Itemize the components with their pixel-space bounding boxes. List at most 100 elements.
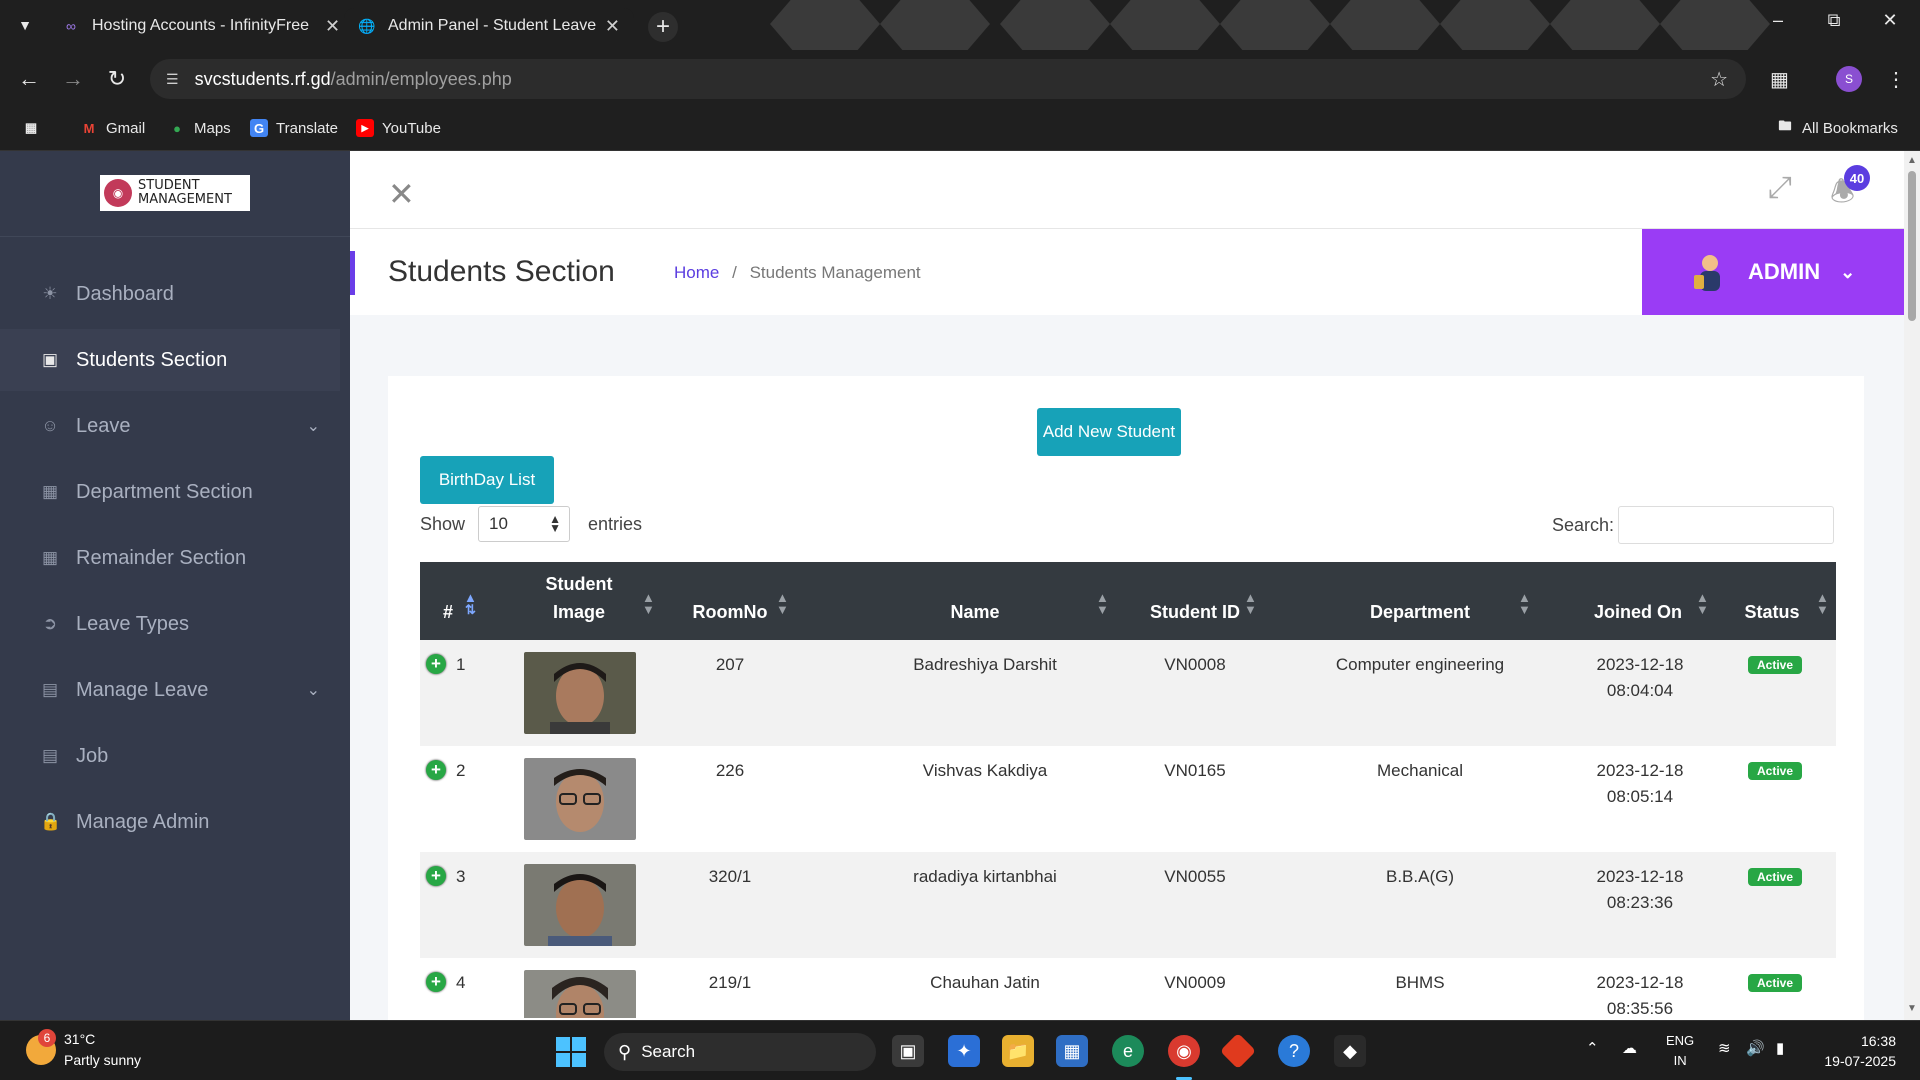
table-row[interactable]: + 3 320/1 radadiya kirtanbhai VN0055 B.B… — [420, 852, 1836, 958]
close-icon[interactable]: ✕ — [605, 16, 620, 37]
edge-icon[interactable]: e — [1112, 1035, 1144, 1067]
col-header-name[interactable]: Name — [900, 562, 1050, 640]
expand-row-icon[interactable]: + — [426, 760, 446, 780]
apps-grid-icon[interactable]: ▦ — [22, 119, 48, 137]
add-new-student-button[interactable]: Add New Student — [1037, 408, 1181, 456]
tab-title: Hosting Accounts - InfinityFree — [92, 17, 309, 34]
onedrive-icon[interactable]: ☁ — [1622, 1039, 1637, 1057]
url-input[interactable]: ☰ svcstudents.rf.gd/admin/employees.php … — [150, 59, 1746, 99]
table-row[interactable]: + 4 219/1 Chauhan Jatin VN0009 BHMS 2023… — [420, 958, 1836, 1018]
help-icon[interactable]: ? — [1278, 1035, 1310, 1067]
expand-row-icon[interactable]: + — [426, 866, 446, 886]
sidebar-item-label: Job — [76, 744, 109, 767]
tab-admin-panel[interactable]: 🌐 Admin Panel - Student Leave ✕ — [344, 8, 634, 44]
start-button[interactable] — [556, 1037, 586, 1067]
cell-roomno: 219/1 — [708, 973, 752, 992]
weather-temperature[interactable]: 31°C — [64, 1031, 95, 1047]
scroll-down-icon[interactable]: ▼ — [1907, 1003, 1917, 1014]
site-settings-icon[interactable]: ☰ — [166, 71, 179, 88]
sidebar-item-department[interactable]: ▦ Department Section — [0, 461, 340, 523]
status-badge: Active — [1748, 974, 1802, 992]
fullscreen-icon[interactable]: ⤢ — [1768, 171, 1792, 205]
sidebar-item-manage-admin[interactable]: 🔒 Manage Admin — [0, 791, 340, 853]
file-explorer-icon[interactable]: 📁 — [1002, 1035, 1034, 1067]
sidebar-item-dashboard[interactable]: ☀ Dashboard — [0, 263, 340, 325]
minimize-icon[interactable]: – — [1758, 10, 1798, 31]
taskbar-search[interactable]: ⚲ Search — [604, 1033, 876, 1071]
new-tab-button[interactable]: + — [648, 12, 678, 42]
sidebar-item-label: Department Section — [76, 480, 253, 503]
student-photo — [524, 864, 636, 946]
admin-label: ADMIN — [1748, 259, 1821, 284]
col-header-status[interactable]: Status — [1720, 562, 1824, 640]
header-accent-bar — [350, 251, 355, 295]
page-scrollbar[interactable]: ▲ ▼ — [1904, 151, 1920, 1020]
sidebar-item-leave[interactable]: ☺ Leave ⌄ — [0, 395, 340, 457]
table-row[interactable]: + 2 226 Vishvas Kakdiya VN0165 Mechanica… — [420, 746, 1836, 852]
sort-icon: ▲ ⇅ — [464, 590, 477, 617]
col-header-joined-on[interactable]: Joined On — [1570, 562, 1706, 640]
bookmark-translate[interactable]: G Translate — [250, 119, 338, 137]
bookmark-youtube[interactable]: ▶ YouTube — [356, 119, 441, 137]
all-bookmarks[interactable]: 🖿 All Bookmarks — [1776, 118, 1897, 137]
forward-icon[interactable]: → — [58, 64, 88, 94]
volume-icon[interactable]: 🔊 — [1746, 1039, 1765, 1057]
breadcrumb-home-link[interactable]: Home — [674, 263, 719, 282]
expand-row-icon[interactable]: + — [426, 972, 446, 992]
col-header-image[interactable]: Student Image — [524, 562, 634, 640]
app-icon[interactable]: ◆ — [1334, 1035, 1366, 1067]
sidebar-item-manage-leave[interactable]: ▤ Manage Leave ⌄ — [0, 659, 340, 721]
expand-row-icon[interactable]: + — [426, 654, 446, 674]
sidebar-item-students[interactable]: ▣ Students Section — [0, 329, 340, 391]
admin-menu-button[interactable]: ADMIN ⌄ — [1642, 229, 1904, 315]
cell-joined-on: 2023-12-18 08:23:36 — [1570, 864, 1710, 916]
task-view-icon[interactable]: ▣ — [892, 1035, 924, 1067]
entries-select[interactable]: 10 ▲ ▼ — [478, 506, 570, 542]
table-row[interactable]: + 1 207 Badreshiya Darshit VN0008 Comput… — [420, 640, 1836, 746]
bookmark-star-icon[interactable]: ☆ — [1710, 67, 1728, 92]
store-icon[interactable]: ▦ — [1056, 1035, 1088, 1067]
sidebar-item-job[interactable]: ▤ Job — [0, 725, 340, 787]
student-photo — [524, 970, 636, 1018]
scroll-thumb[interactable] — [1908, 171, 1916, 321]
birthday-list-button[interactable]: BirthDay List — [420, 456, 554, 504]
close-icon[interactable]: ✕ — [325, 16, 340, 37]
sidebar-item-remainder[interactable]: ▦ Remainder Section — [0, 527, 340, 589]
copilot-icon[interactable]: ✦ — [948, 1035, 980, 1067]
entries-value: 10 — [489, 514, 508, 533]
battery-icon[interactable]: ▮ — [1776, 1039, 1784, 1057]
tab-hosting-accounts[interactable]: ∞ Hosting Accounts - InfinityFree ✕ — [48, 8, 354, 44]
weather-description[interactable]: Partly sunny — [64, 1052, 141, 1068]
status-badge: Active — [1748, 762, 1802, 780]
sidebar-item-leave-types[interactable]: ➲ Leave Types — [0, 593, 340, 655]
extensions-icon[interactable]: ▦ — [1770, 67, 1789, 92]
more-menu-icon[interactable]: ⋮ — [1886, 67, 1906, 92]
cell-name: Chauhan Jatin — [930, 973, 1040, 992]
col-header-roomno[interactable]: RoomNo — [670, 562, 790, 640]
chrome-icon[interactable]: ◉ — [1168, 1035, 1200, 1067]
bookmark-maps[interactable]: ● Maps — [168, 119, 231, 137]
restore-icon[interactable]: ⧉ — [1814, 10, 1854, 31]
scroll-up-icon[interactable]: ▲ — [1907, 155, 1917, 166]
language-indicator[interactable]: ENG IN — [1666, 1031, 1694, 1071]
system-clock[interactable]: 16:38 19-07-2025 — [1816, 1031, 1896, 1071]
app-logo[interactable]: ◉ STUDENT MANAGEMENT — [100, 175, 250, 211]
cell-department: Mechanical — [1377, 761, 1463, 780]
bookmark-gmail[interactable]: M Gmail — [80, 119, 146, 137]
tab-search-icon[interactable]: ▼ — [12, 14, 38, 36]
col-header-num[interactable]: # ▲ ⇅ — [420, 562, 477, 640]
col-label: Student ID — [1150, 602, 1240, 622]
wifi-icon[interactable]: ≋ — [1718, 1039, 1731, 1057]
anydesk-icon[interactable] — [1219, 1032, 1257, 1070]
col-header-department[interactable]: Department — [1320, 562, 1520, 640]
browser-tab-strip: ▼ ∞ Hosting Accounts - InfinityFree ✕ 🌐 … — [0, 0, 1920, 50]
cell-num: 2 — [456, 761, 466, 780]
table-search-input[interactable] — [1618, 506, 1834, 544]
back-icon[interactable]: ← — [14, 64, 44, 94]
sidebar: ◉ STUDENT MANAGEMENT ☀ Dashboard ▣ Stude… — [0, 151, 350, 1020]
window-close-icon[interactable]: ✕ — [1870, 10, 1910, 31]
close-icon[interactable]: ✕ — [388, 175, 415, 213]
tray-overflow-icon[interactable]: ⌃ — [1586, 1039, 1599, 1057]
profile-avatar[interactable]: S — [1836, 66, 1862, 92]
reload-icon[interactable]: ↻ — [102, 64, 132, 94]
